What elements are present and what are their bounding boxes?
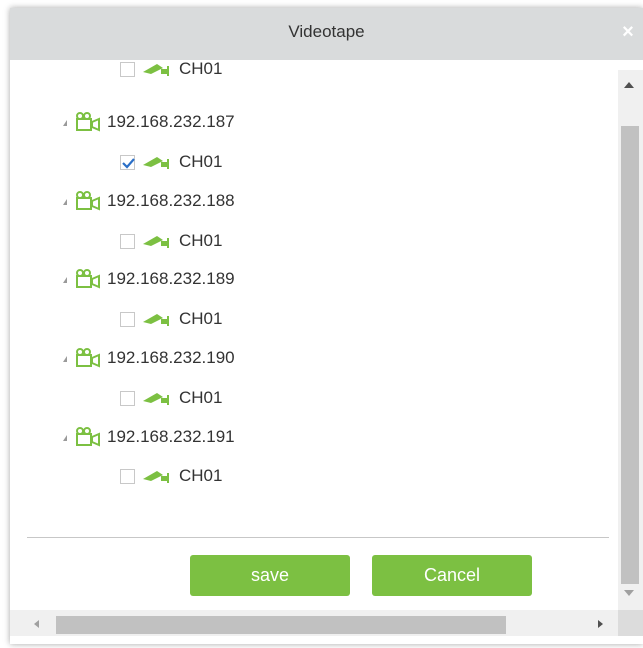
scroll-down-arrow-icon[interactable]: [624, 590, 634, 596]
network-camera-icon: [76, 269, 100, 289]
dialog-titlebar: Videotape ×: [10, 8, 643, 60]
tree-device-row[interactable]: 192.168.232.190: [63, 345, 235, 371]
camera-icon: [143, 157, 169, 169]
tree-device-row[interactable]: 192.168.232.189: [63, 266, 235, 292]
tree-channel-row[interactable]: CH01: [120, 228, 222, 254]
tree-device-row[interactable]: 192.168.232.191: [63, 424, 235, 450]
dialog-title: Videotape: [288, 22, 365, 41]
scroll-left-arrow-icon[interactable]: [34, 620, 39, 628]
tree-device-row[interactable]: 192.168.232.188: [63, 188, 235, 214]
camera-icon: [143, 314, 169, 326]
device-ip-label: 192.168.232.189: [107, 269, 235, 288]
tree-channel-row[interactable]: CH01: [120, 60, 222, 82]
channel-checkbox[interactable]: [120, 390, 135, 406]
camera-icon: [143, 236, 169, 248]
scroll-up-arrow-icon[interactable]: [624, 82, 634, 88]
channel-checkbox[interactable]: [120, 311, 135, 327]
network-camera-icon: [76, 348, 100, 368]
expand-arrow-icon[interactable]: [63, 120, 67, 126]
scrollbar-corner: [618, 610, 643, 636]
camera-icon: [143, 471, 169, 483]
footer-divider: [27, 537, 609, 538]
channel-checkbox[interactable]: [120, 154, 135, 170]
network-camera-icon: [76, 427, 100, 447]
tree-device-row[interactable]: 192.168.232.187: [63, 109, 235, 135]
videotape-dialog: Videotape × CH01 192.168.232.187 CH01 19…: [10, 8, 643, 644]
channel-label: CH01: [179, 466, 223, 485]
tree-channel-row[interactable]: CH01: [120, 385, 222, 411]
channel-label: CH01: [179, 309, 223, 328]
device-ip-label: 192.168.232.187: [107, 112, 235, 131]
channel-tree: CH01 192.168.232.187 CH01 192.168.232.18…: [10, 60, 618, 598]
tree-channel-row[interactable]: CH01: [120, 463, 222, 489]
device-ip-label: 192.168.232.188: [107, 191, 235, 210]
checkmark-icon: [122, 157, 135, 169]
expand-arrow-icon[interactable]: [63, 356, 67, 362]
camera-icon: [143, 64, 169, 76]
tree-channel-row[interactable]: CH01: [120, 306, 222, 332]
channel-label: CH01: [179, 231, 223, 250]
camera-icon: [143, 393, 169, 405]
channel-checkbox[interactable]: [120, 61, 135, 77]
close-icon[interactable]: ×: [617, 20, 639, 44]
expand-arrow-icon[interactable]: [63, 277, 67, 283]
device-ip-label: 192.168.232.191: [107, 427, 235, 446]
expand-arrow-icon[interactable]: [63, 199, 67, 205]
channel-label: CH01: [179, 388, 223, 407]
network-camera-icon: [76, 191, 100, 211]
horizontal-scroll-thumb[interactable]: [56, 616, 506, 634]
vertical-scroll-thumb[interactable]: [621, 126, 639, 584]
cancel-button[interactable]: Cancel: [372, 555, 532, 596]
tree-channel-row[interactable]: CH01: [120, 149, 222, 175]
save-button[interactable]: save: [190, 555, 350, 596]
network-camera-icon: [76, 112, 100, 132]
scroll-right-arrow-icon[interactable]: [598, 620, 603, 628]
channel-checkbox[interactable]: [120, 468, 135, 484]
device-ip-label: 192.168.232.190: [107, 348, 235, 367]
expand-arrow-icon[interactable]: [63, 435, 67, 441]
channel-checkbox[interactable]: [120, 233, 135, 249]
channel-label: CH01: [179, 60, 223, 78]
channel-label: CH01: [179, 152, 223, 171]
